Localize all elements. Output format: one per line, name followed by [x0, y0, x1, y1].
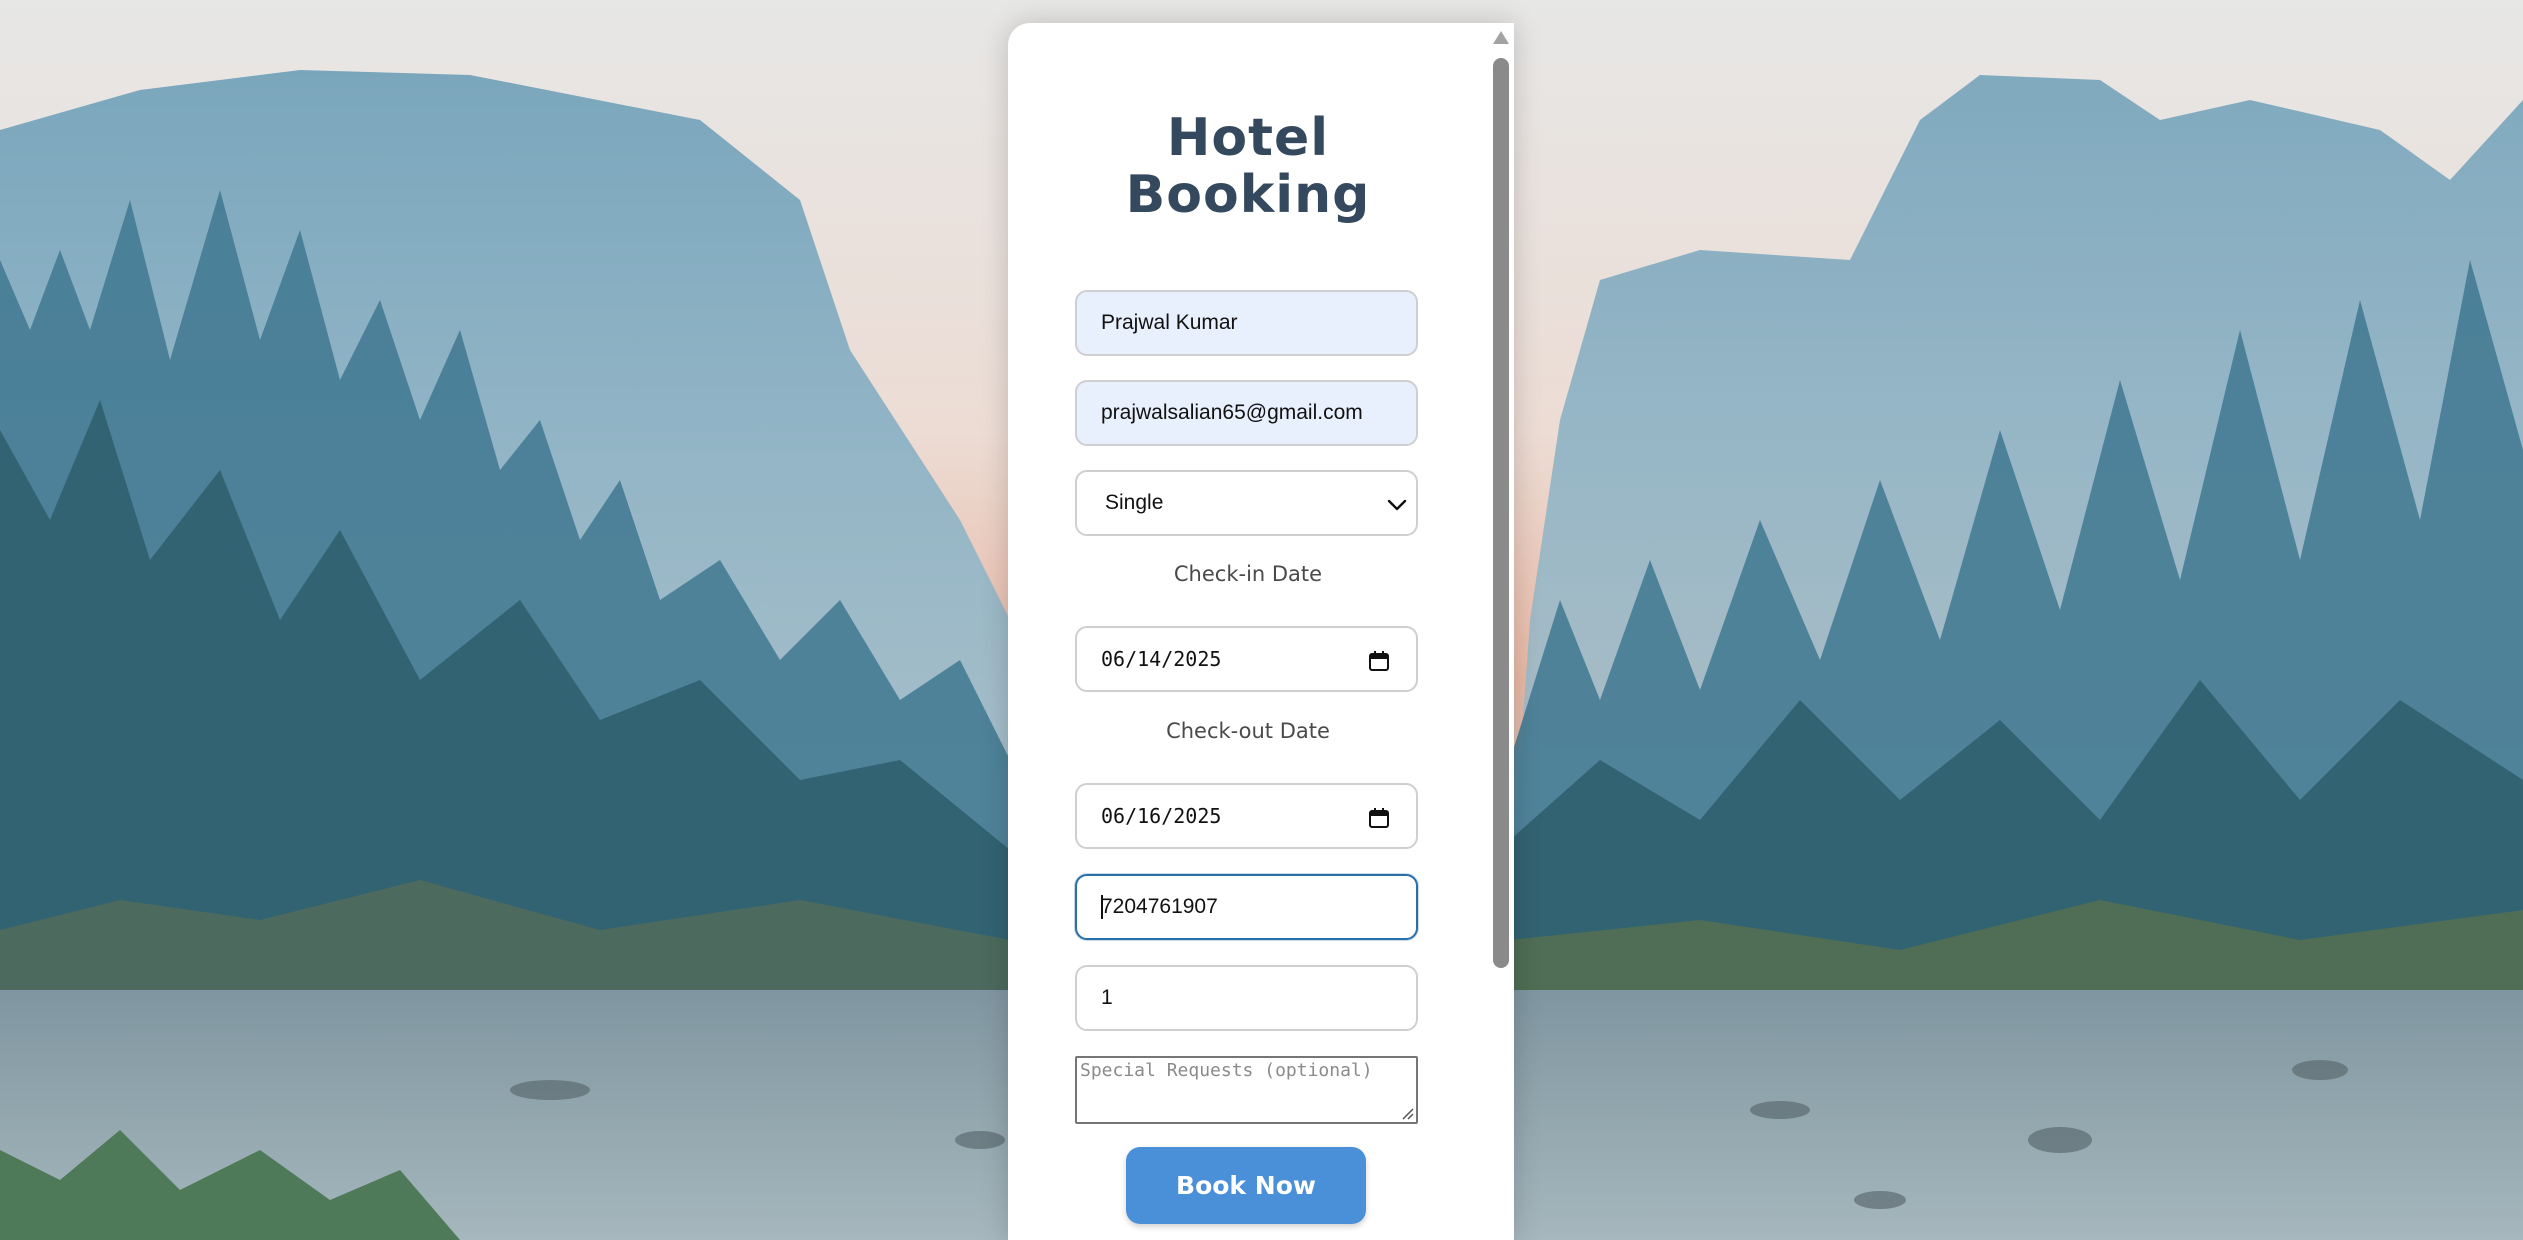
- name-field-value: Prajwal Kumar: [1101, 311, 1238, 334]
- room-type-selected: Single: [1105, 491, 1164, 514]
- guests-field-value: 1: [1101, 986, 1113, 1009]
- checkout-date-input[interactable]: 06/16/2025: [1075, 783, 1418, 849]
- checkin-date-input[interactable]: 06/14/2025: [1075, 626, 1418, 692]
- special-requests-placeholder: Special Requests (optional): [1080, 1060, 1373, 1081]
- calendar-icon[interactable]: [1368, 807, 1390, 829]
- resize-grip-icon[interactable]: [1400, 1106, 1414, 1120]
- checkin-date-value: 06/14/2025: [1101, 647, 1222, 671]
- page-title: Hotel Booking: [1008, 110, 1488, 224]
- checkout-date-value: 06/16/2025: [1101, 804, 1222, 828]
- page-title-line: Hotel: [1166, 108, 1330, 168]
- phone-field[interactable]: 7204761907: [1075, 874, 1418, 940]
- chevron-down-icon: [1387, 499, 1407, 511]
- checkin-label: Check-in Date: [1173, 562, 1323, 586]
- scrollbar[interactable]: [1488, 23, 1514, 1240]
- calendar-icon[interactable]: [1368, 650, 1390, 672]
- page-title-line: Booking: [1125, 165, 1371, 225]
- book-now-button[interactable]: Book Now: [1126, 1147, 1366, 1224]
- guests-field[interactable]: 1: [1075, 965, 1418, 1031]
- room-type-select[interactable]: Single: [1075, 470, 1418, 536]
- name-field[interactable]: Prajwal Kumar: [1075, 290, 1418, 356]
- booking-form-card: Hotel Booking Prajwal Kumar prajwalsalian…: [1008, 23, 1514, 1240]
- special-requests-textarea[interactable]: Special Requests (optional): [1075, 1056, 1418, 1124]
- email-field[interactable]: prajwalsalian65@gmail.com: [1075, 380, 1418, 446]
- scroll-up-arrow-icon[interactable]: [1493, 31, 1509, 44]
- email-field-value: prajwalsalian65@gmail.com: [1101, 401, 1363, 424]
- scrollbar-thumb[interactable]: [1493, 58, 1509, 968]
- phone-field-value: 7204761907: [1101, 895, 1218, 918]
- checkout-label: Check-out Date: [1166, 719, 1330, 743]
